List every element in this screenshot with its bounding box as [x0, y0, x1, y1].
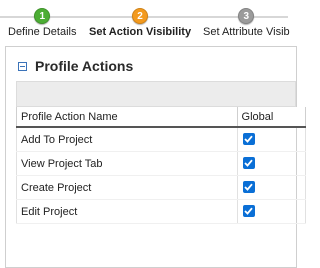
global-checkbox[interactable] — [242, 205, 255, 217]
collapse-icon[interactable] — [18, 61, 27, 71]
action-name-cell: View Project Tab — [16, 151, 238, 176]
step-label: Set Attribute Visib — [203, 26, 290, 38]
wizard-step-set-action-visibility[interactable]: 2 Set Action Visibility — [89, 8, 191, 38]
action-name-cell: Edit Project — [16, 199, 238, 224]
checkmark-icon — [244, 207, 253, 215]
step-number-badge: 2 — [132, 8, 149, 24]
step-number-badge: 1 — [34, 8, 51, 24]
global-checkbox[interactable] — [242, 181, 255, 193]
checkmark-icon — [244, 135, 253, 143]
panel-title: Profile Actions — [35, 58, 134, 74]
step-label: Set Action Visibility — [89, 26, 192, 38]
global-cell — [236, 127, 307, 152]
step-label: Define Details — [8, 26, 77, 38]
global-cell — [236, 199, 307, 224]
table-row: View Project Tab — [16, 151, 307, 176]
profile-actions-panel: Profile Actions Profile Action Name Glob… — [5, 46, 307, 268]
global-cell — [236, 175, 307, 200]
wizard-step-set-attribute-visibility[interactable]: 3 Set Attribute Visib — [203, 8, 290, 38]
global-checkbox[interactable] — [242, 133, 255, 145]
step-number-badge: 3 — [238, 8, 255, 24]
column-header-global[interactable]: Global — [236, 107, 307, 128]
checkmark-icon — [244, 183, 253, 191]
profile-actions-table: Profile Action Name Global Add To Projec… — [16, 107, 307, 224]
wizard-steps: 1 Define Details 2 Set Action Visibility… — [0, 0, 290, 44]
table-header-row: Profile Action Name Global — [16, 107, 307, 128]
global-checkbox[interactable] — [242, 157, 255, 169]
table-row: Add To Project — [16, 127, 307, 152]
grid-toolbar — [16, 81, 296, 107]
panel-header: Profile Actions — [6, 47, 296, 85]
action-name-cell: Create Project — [16, 175, 238, 200]
column-header-name[interactable]: Profile Action Name — [16, 107, 238, 128]
table-row: Create Project — [16, 175, 307, 200]
checkmark-icon — [244, 159, 253, 167]
global-cell — [236, 151, 307, 176]
action-name-cell: Add To Project — [16, 127, 238, 152]
table-row: Edit Project — [16, 199, 307, 224]
wizard-step-define-details[interactable]: 1 Define Details — [8, 8, 76, 38]
